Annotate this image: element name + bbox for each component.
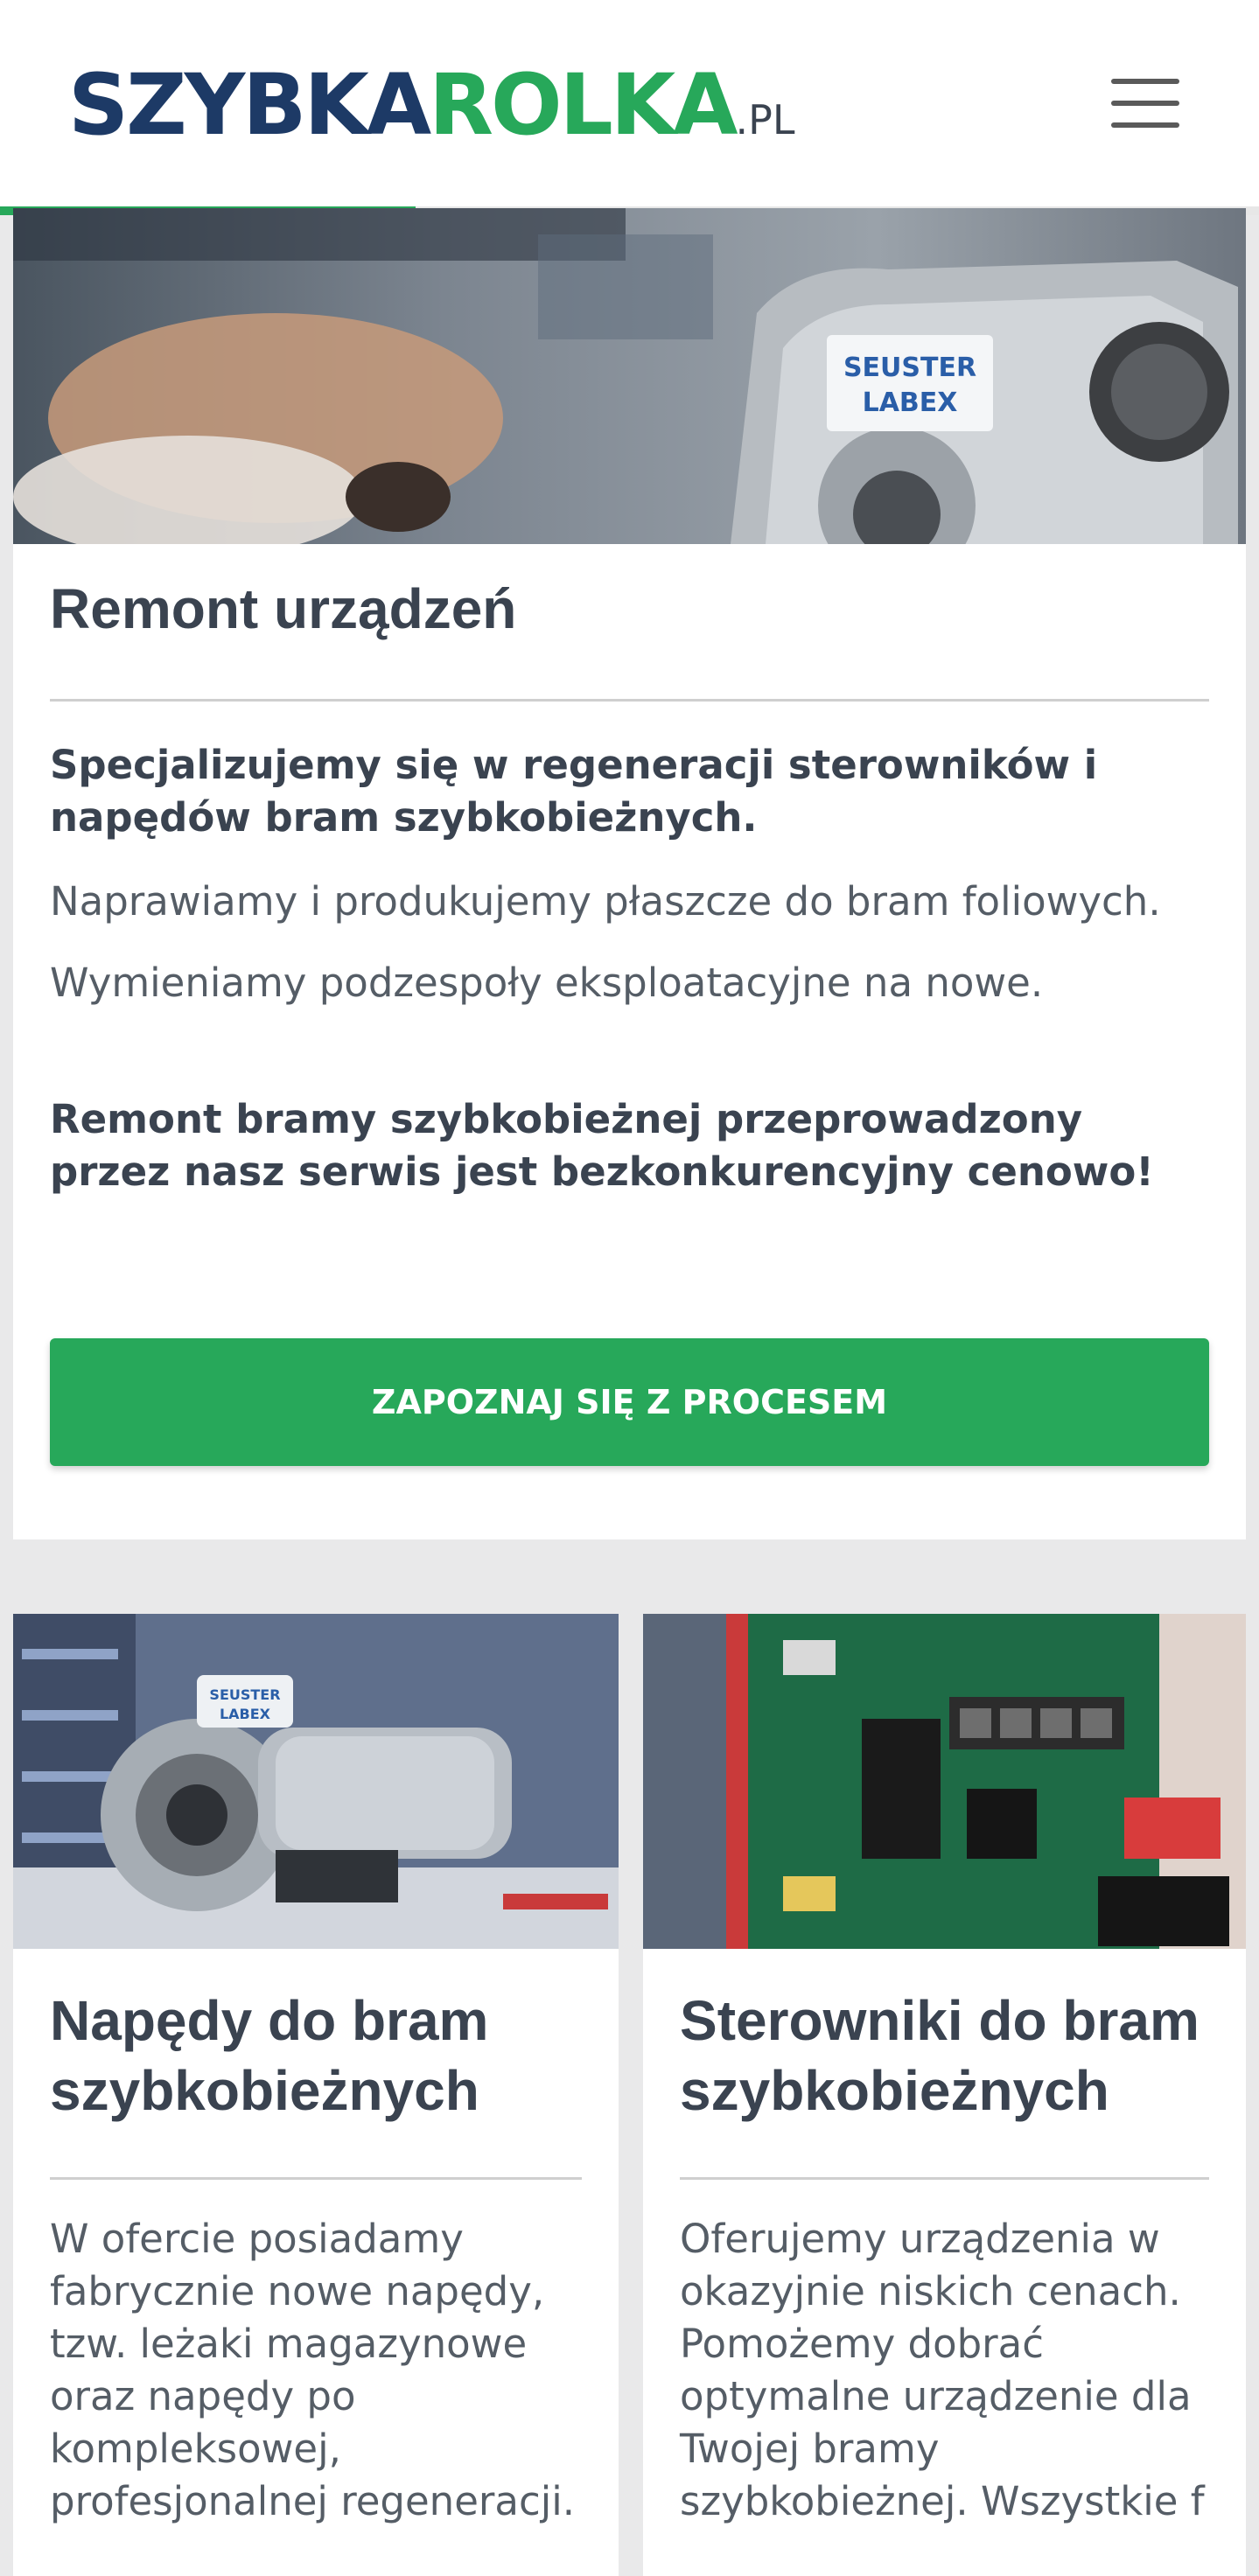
featured-line-1: Naprawiamy i produkujemy płaszcze do bra…: [50, 878, 1161, 925]
featured-intro: Specjalizujemy się w regeneracji sterown…: [50, 742, 1098, 841]
featured-closing: Remont bramy szybkobieżnej przeprowadzon…: [50, 1096, 1154, 1195]
process-cta-button[interactable]: ZAPOZNAJ SIĘ Z PROCESEM: [50, 1338, 1209, 1466]
drives-card[interactable]: SEUSTER LABEX Napędy do bram szybkobieżn…: [13, 1614, 619, 2576]
svg-text:LABEX: LABEX: [220, 1706, 271, 1722]
controllers-card-text: Oferujemy urządzenia w okazyjnie niskich…: [680, 2216, 1205, 2524]
drives-card-divider: [50, 2177, 582, 2180]
drives-card-text: W ofercie posiadamy fabrycznie nowe napę…: [50, 2216, 576, 2524]
logo-part-domain: .PL: [735, 96, 795, 143]
svg-text:SEUSTER: SEUSTER: [843, 353, 976, 383]
featured-line-2: Wymieniamy podzespoły eksploatacyjne na …: [50, 960, 1044, 1006]
featured-divider: [50, 699, 1209, 702]
featured-title: Remont urządzeń: [50, 577, 517, 640]
logo-part-szybka: SZYBKA: [68, 56, 431, 154]
site-header: SZYBKAROLKA.PL: [0, 0, 1259, 208]
svg-text:SEUSTER: SEUSTER: [209, 1686, 280, 1703]
hamburger-menu-icon[interactable]: [1111, 79, 1181, 128]
controllers-card-title[interactable]: Sterowniki do bram szybkobieżnych: [680, 1986, 1231, 2126]
svg-text:LABEX: LABEX: [863, 387, 958, 418]
gear-motor-photo: SEUSTER LABEX: [13, 208, 1246, 544]
featured-service-card: SEUSTER LABEX Remont urządzeń Specjalizu…: [13, 208, 1246, 1539]
drives-card-title[interactable]: Napędy do bram szybkobieżnych: [50, 1986, 601, 2126]
site-logo[interactable]: SZYBKAROLKA.PL: [68, 52, 795, 172]
controllers-card[interactable]: Sterowniki do bram szybkobieżnych Oferuj…: [643, 1614, 1246, 2576]
controller-board-photo: [643, 1614, 1246, 1949]
drive-unit-photo: SEUSTER LABEX: [13, 1614, 619, 1949]
controllers-card-divider: [680, 2177, 1209, 2180]
logo-part-rolka: ROLKA: [429, 56, 738, 154]
